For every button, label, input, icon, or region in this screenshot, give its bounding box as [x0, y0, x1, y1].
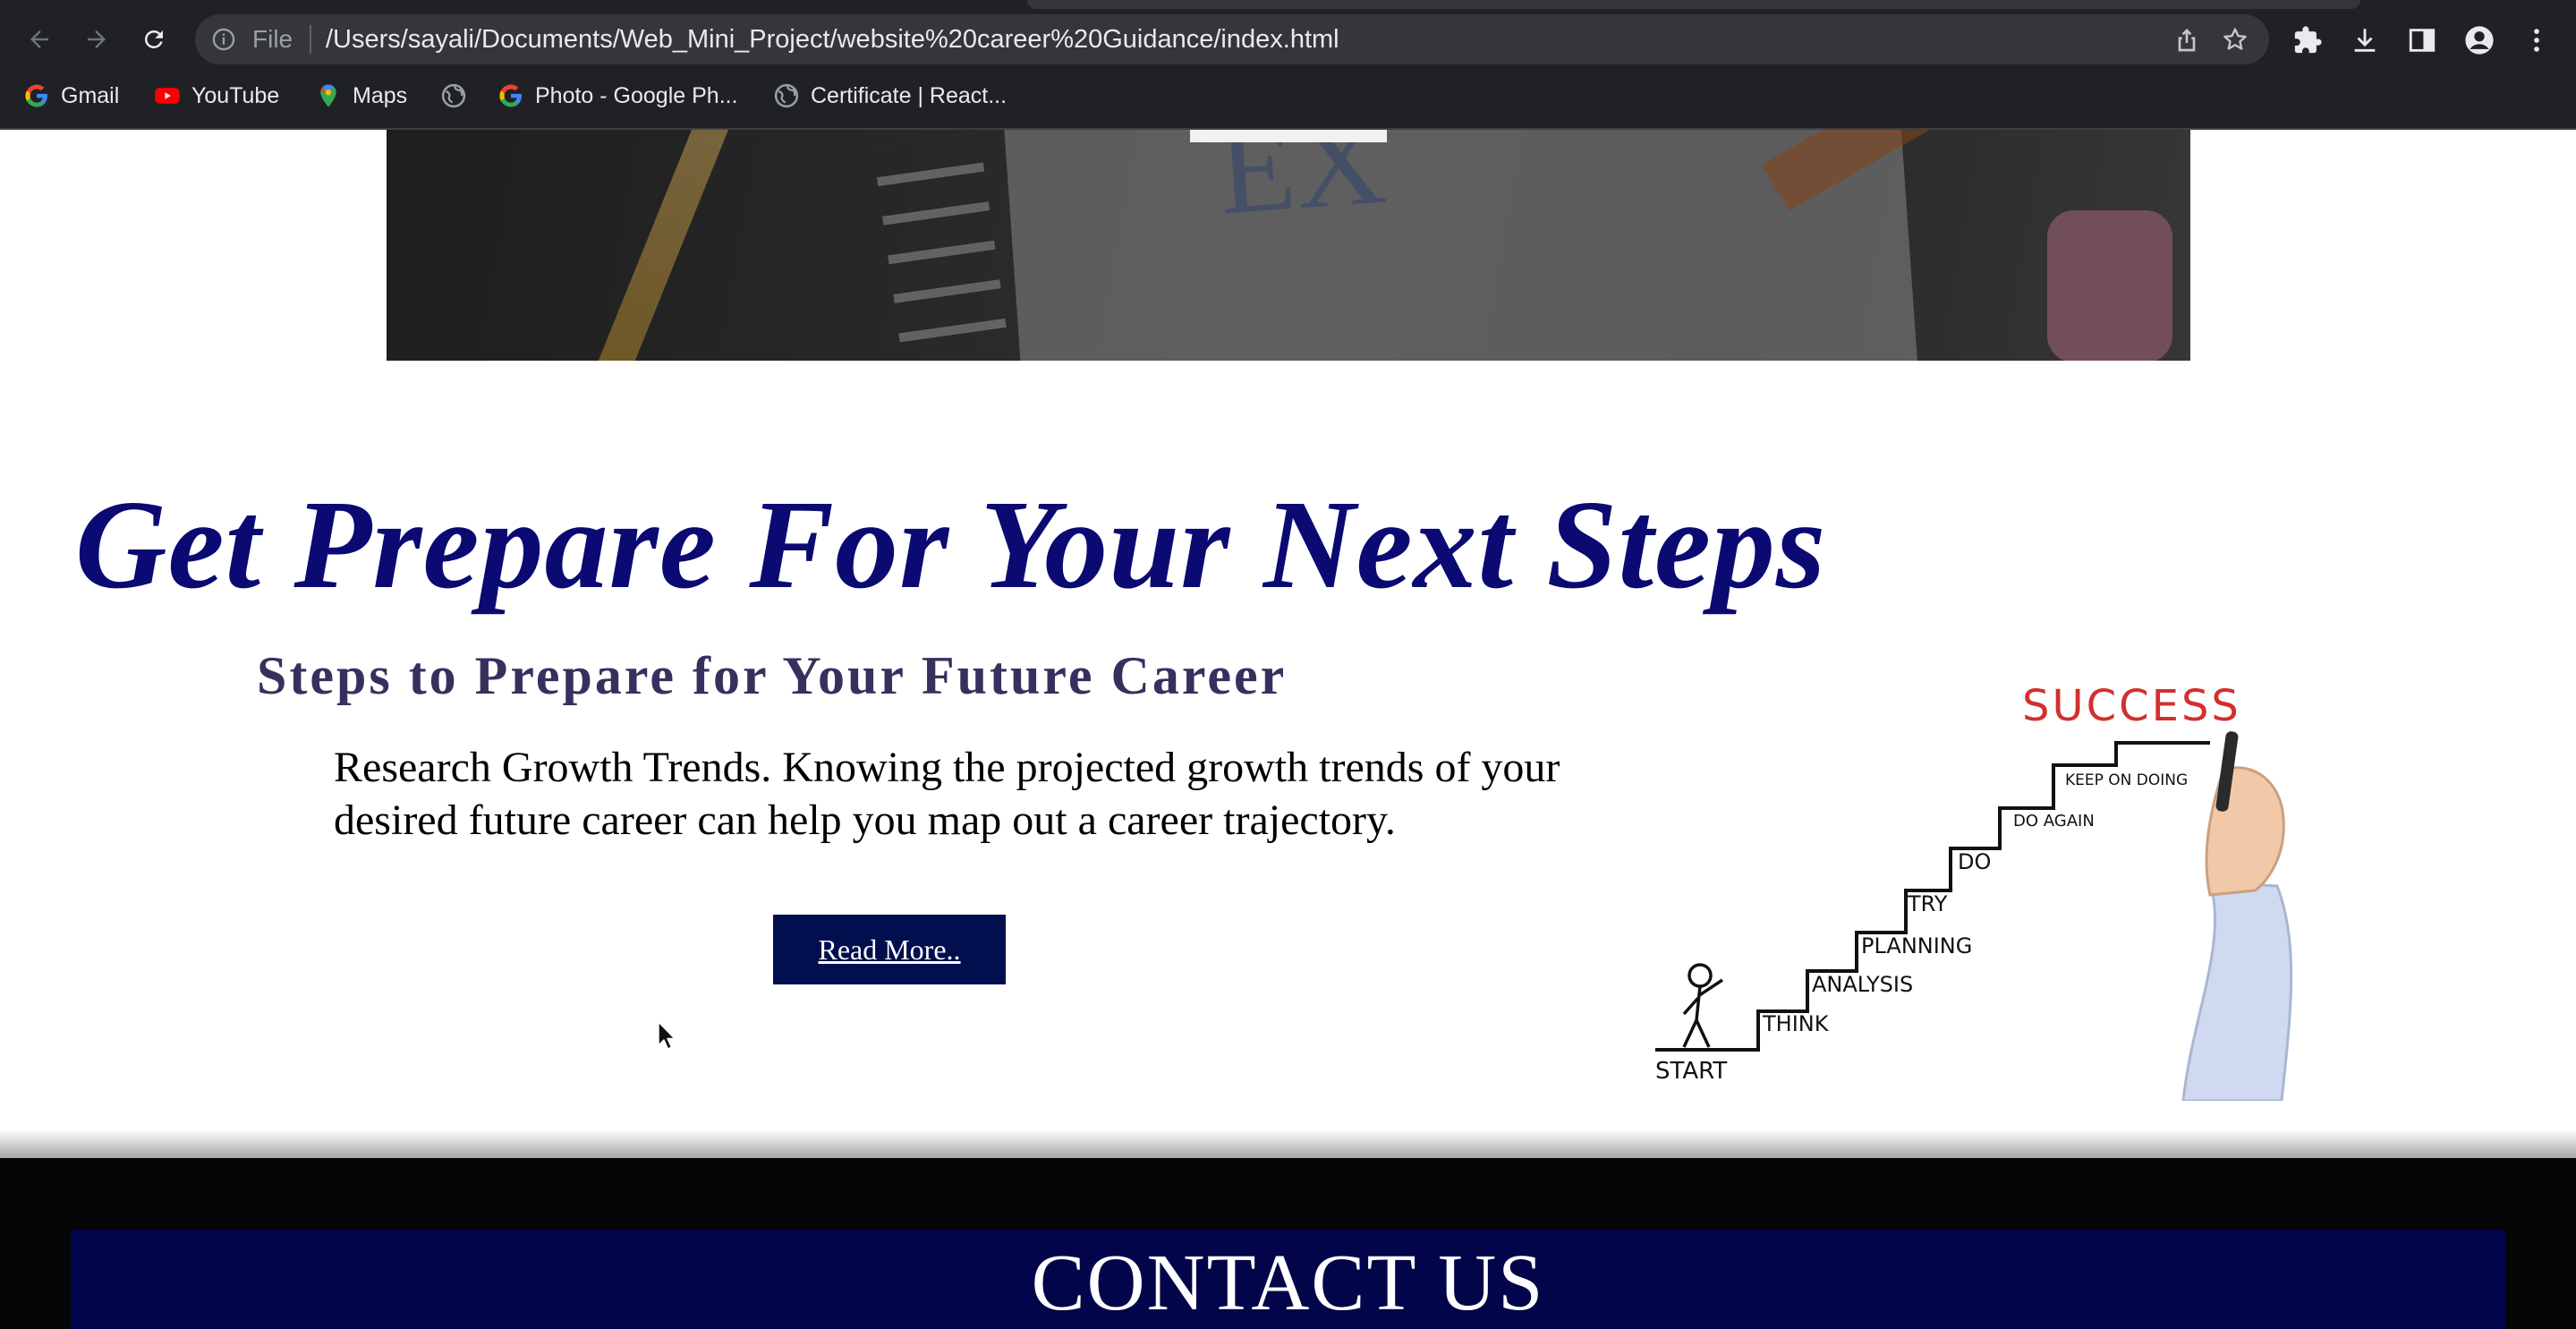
bookmark-label: Certificate | React... [811, 82, 1007, 108]
maps-icon [320, 84, 336, 107]
staircase-labels: START THINK ANALYSIS PLANNING TRY DO DO … [1655, 771, 2188, 1085]
hero-image: EX [387, 130, 2190, 361]
step-label: DO [1958, 849, 1991, 874]
bookmarks-bar: Gmail YouTube Maps Photo - Google Ph... … [0, 75, 2576, 116]
bookmark-gmail[interactable]: Gmail [23, 75, 119, 116]
side-panel-icon[interactable] [2407, 25, 2437, 55]
download-icon[interactable] [2350, 25, 2380, 55]
hand-shape [2205, 766, 2285, 897]
sleeve-shape [2181, 880, 2293, 1101]
back-button[interactable] [20, 20, 59, 59]
browser-toolbar: File /Users/sayali/Documents/Web_Mini_Pr… [0, 9, 2576, 68]
globe-icon [441, 83, 466, 108]
step-label: DO AGAIN [2013, 812, 2095, 831]
address-bar[interactable]: File /Users/sayali/Documents/Web_Mini_Pr… [195, 14, 2269, 64]
hero-caption-bar [1190, 130, 1387, 142]
arrow-right-icon [88, 30, 106, 48]
bookmark-label: Gmail [61, 82, 120, 108]
reload-button[interactable] [134, 20, 174, 59]
bookmark-label: Photo - Google Ph... [535, 82, 738, 108]
section-heading: Get Prepare For Your Next Steps [75, 473, 1827, 615]
footer: CONTACT US [0, 1158, 2576, 1329]
bookmark-google-photos[interactable]: Photo - Google Ph... [497, 75, 738, 116]
extensions-puzzle-icon[interactable] [2292, 25, 2323, 55]
tab-strip-edge [1027, 0, 2360, 9]
step-label: START [1655, 1058, 1727, 1085]
step-label: KEEP ON DOING [2065, 771, 2188, 789]
share-icon[interactable] [2172, 25, 2201, 54]
info-icon[interactable] [211, 27, 236, 52]
bookmark-certificate-react[interactable]: Certificate | React... [773, 75, 1007, 116]
footer-shadow [0, 1129, 2576, 1158]
step-label: THINK [1762, 1011, 1830, 1036]
reload-icon [144, 30, 163, 48]
omnibox-separator [310, 25, 311, 54]
read-more-button[interactable]: Read More.. [773, 915, 1006, 984]
url-text[interactable]: /Users/sayali/Documents/Web_Mini_Project… [326, 26, 1339, 53]
profile-avatar-icon[interactable] [2464, 25, 2495, 55]
kebab-menu-icon[interactable] [2521, 25, 2552, 55]
bookmark-label: Maps [353, 82, 408, 108]
browser-chrome: File /Users/sayali/Documents/Web_Mini_Pr… [0, 0, 2576, 130]
step-label: ANALYSIS [1812, 972, 1913, 997]
step-label: TRY [1907, 891, 1948, 916]
stick-figure-shape [1682, 963, 1723, 1048]
bookmark-untitled[interactable] [440, 75, 467, 116]
globe-icon [774, 83, 799, 108]
bookmark-maps[interactable]: Maps [315, 75, 407, 116]
google-icon [499, 84, 522, 107]
forward-button[interactable] [77, 20, 116, 59]
hero-dark-overlay [387, 130, 2190, 361]
mouse-cursor-icon [658, 1021, 676, 1050]
bookmark-star-icon[interactable] [2221, 25, 2249, 54]
section-body-text: Research Growth Trends. Knowing the proj… [334, 744, 1560, 844]
youtube-icon [155, 88, 180, 104]
bookmark-label: YouTube [191, 82, 280, 108]
success-label: SUCCESS [2022, 681, 2241, 731]
success-staircase-illustration: START THINK ANALYSIS PLANNING TRY DO DO … [1655, 681, 2293, 1101]
arrow-left-icon [30, 30, 48, 48]
section-subheading: Steps to Prepare for Your Future Career [257, 646, 1288, 705]
bookmark-youtube[interactable]: YouTube [154, 75, 279, 116]
step-label: PLANNING [1861, 933, 1972, 958]
google-icon [25, 84, 47, 107]
file-scheme-label: File [252, 25, 293, 53]
contact-us-heading: CONTACT US [1031, 1239, 1545, 1327]
